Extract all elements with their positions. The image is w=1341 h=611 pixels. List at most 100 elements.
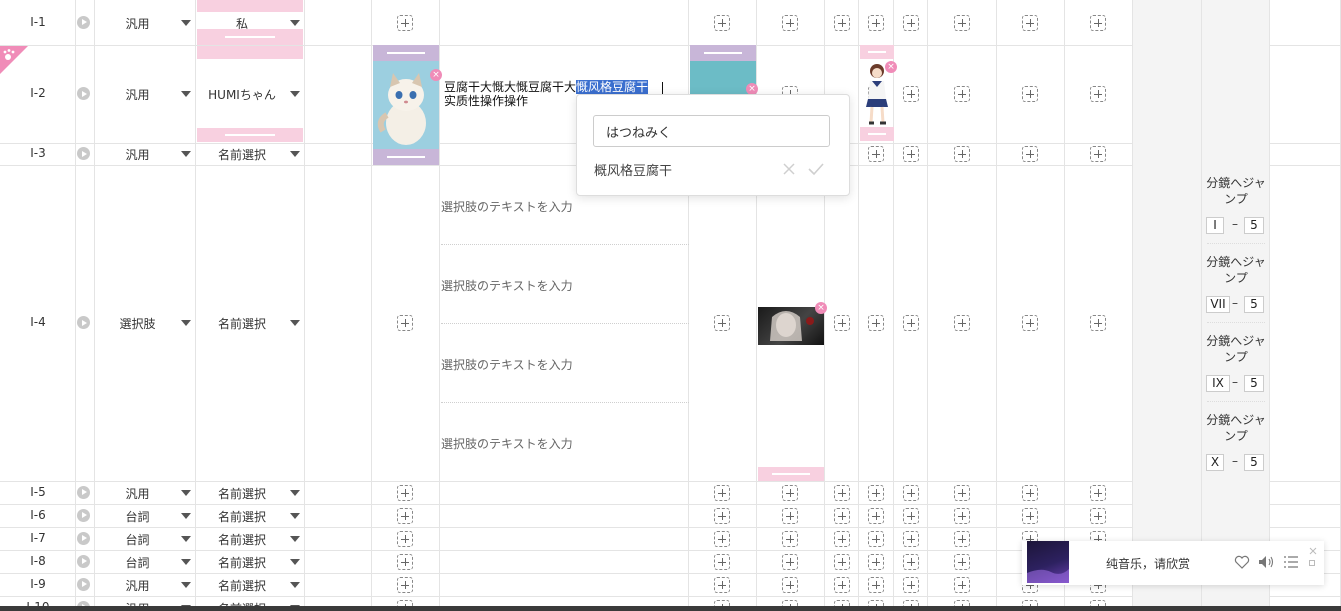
add-button[interactable] xyxy=(954,576,970,593)
speaker-select[interactable]: 名前選択 xyxy=(196,508,288,525)
horizontal-scrollbar[interactable] xyxy=(0,606,1341,611)
add-button[interactable] xyxy=(714,507,730,524)
music-mini-player[interactable]: 纯音乐，请欣赏 xyxy=(1022,541,1324,585)
add-button[interactable] xyxy=(782,14,798,31)
add-button[interactable] xyxy=(903,484,919,501)
add-button[interactable] xyxy=(903,146,919,162)
type-select[interactable]: 選択肢 xyxy=(95,315,180,332)
play-icon[interactable] xyxy=(77,508,90,522)
speaker-select[interactable]: 名前選択 xyxy=(196,146,288,163)
jump-from-input[interactable]: IX xyxy=(1206,375,1230,392)
chevron-down-icon[interactable] xyxy=(290,151,300,157)
chevron-down-icon[interactable] xyxy=(181,535,191,542)
chevron-down-icon[interactable] xyxy=(290,581,300,588)
type-select[interactable]: 汎用 xyxy=(95,86,180,103)
add-button[interactable] xyxy=(954,530,970,547)
add-button[interactable] xyxy=(954,146,970,162)
add-button[interactable] xyxy=(868,146,884,162)
add-button[interactable] xyxy=(868,553,884,570)
speaker-select[interactable]: 名前選択 xyxy=(196,531,288,548)
play-icon[interactable] xyxy=(77,554,90,568)
volume-icon[interactable] xyxy=(1258,555,1275,569)
album-cover[interactable] xyxy=(1027,541,1069,583)
speaker-select[interactable]: 名前選択 xyxy=(196,554,288,571)
play-icon[interactable] xyxy=(77,87,90,100)
type-select[interactable]: 汎用 xyxy=(95,577,180,594)
add-button[interactable] xyxy=(834,315,850,331)
add-button[interactable] xyxy=(1022,86,1038,102)
add-button[interactable] xyxy=(397,553,413,570)
add-button[interactable] xyxy=(397,315,413,331)
add-button[interactable] xyxy=(782,484,798,501)
play-icon[interactable] xyxy=(77,577,90,591)
add-button[interactable] xyxy=(782,507,798,524)
add-button[interactable] xyxy=(868,576,884,593)
add-button[interactable] xyxy=(1090,14,1106,31)
add-button[interactable] xyxy=(903,507,919,524)
add-button[interactable] xyxy=(834,14,850,31)
add-button[interactable] xyxy=(714,530,730,547)
type-select[interactable]: 台詞 xyxy=(95,508,180,525)
choice-text-input[interactable]: 選択肢のテキストを入力 xyxy=(441,277,689,294)
add-button[interactable] xyxy=(1090,86,1106,102)
type-select[interactable]: 台詞 xyxy=(95,554,180,571)
add-button[interactable] xyxy=(397,576,413,593)
add-button[interactable] xyxy=(834,576,850,593)
chevron-down-icon[interactable] xyxy=(181,151,191,157)
play-icon[interactable] xyxy=(77,531,90,545)
add-button[interactable] xyxy=(954,14,970,31)
add-button[interactable] xyxy=(714,484,730,501)
play-icon[interactable] xyxy=(77,485,90,499)
jump-to-input[interactable]: 5 xyxy=(1244,375,1264,392)
type-select[interactable]: 台詞 xyxy=(95,531,180,548)
add-button[interactable] xyxy=(903,576,919,593)
add-button[interactable] xyxy=(954,484,970,501)
chevron-down-icon[interactable] xyxy=(181,512,191,519)
add-button[interactable] xyxy=(397,484,413,501)
add-button[interactable] xyxy=(1090,315,1106,331)
add-button[interactable] xyxy=(714,576,730,593)
chevron-down-icon[interactable] xyxy=(181,320,191,326)
jump-from-input[interactable]: VII xyxy=(1206,296,1230,313)
add-button[interactable] xyxy=(782,530,798,547)
add-button[interactable] xyxy=(903,530,919,547)
play-icon[interactable] xyxy=(77,15,90,29)
add-button[interactable] xyxy=(903,14,919,31)
scene-image-dark[interactable] xyxy=(758,307,824,345)
add-button[interactable] xyxy=(868,507,884,524)
add-button[interactable] xyxy=(954,507,970,524)
close-icon[interactable] xyxy=(781,161,797,177)
add-button[interactable] xyxy=(868,530,884,547)
jump-to-input[interactable]: 5 xyxy=(1244,296,1264,313)
choice-text-input[interactable]: 選択肢のテキストを入力 xyxy=(441,198,689,215)
speaker-select[interactable]: 名前選択 xyxy=(196,485,288,502)
suggestion-item[interactable]: 概风格豆腐干 xyxy=(594,160,672,179)
chevron-down-icon[interactable] xyxy=(181,558,191,565)
jump-to-input[interactable]: 5 xyxy=(1244,454,1264,471)
chevron-down-icon[interactable] xyxy=(181,489,191,496)
type-select[interactable]: 汎用 xyxy=(95,146,180,163)
chevron-down-icon[interactable] xyxy=(181,581,191,588)
playlist-icon[interactable] xyxy=(1284,556,1298,568)
type-select[interactable]: 汎用 xyxy=(95,485,180,502)
add-button[interactable] xyxy=(714,14,730,31)
remove-image-icon[interactable]: × xyxy=(815,302,827,314)
chevron-down-icon[interactable] xyxy=(290,512,300,519)
chevron-down-icon[interactable] xyxy=(181,19,191,26)
play-icon[interactable] xyxy=(77,147,90,160)
add-button[interactable] xyxy=(868,484,884,501)
add-button[interactable] xyxy=(1022,14,1038,31)
remove-image-icon[interactable]: × xyxy=(430,69,442,81)
speaker-select[interactable]: HUMIちゃん xyxy=(196,86,288,103)
play-icon[interactable] xyxy=(77,316,90,329)
speaker-select[interactable]: 名前選択 xyxy=(196,315,288,332)
add-button[interactable] xyxy=(903,315,919,331)
add-button[interactable] xyxy=(834,484,850,501)
add-button[interactable] xyxy=(1090,507,1106,524)
chevron-down-icon[interactable] xyxy=(290,91,300,97)
jump-from-input[interactable]: X xyxy=(1206,454,1224,471)
heart-icon[interactable] xyxy=(1234,555,1250,569)
chevron-down-icon[interactable] xyxy=(290,535,300,542)
check-icon[interactable] xyxy=(807,161,825,177)
remove-image-icon[interactable]: × xyxy=(885,61,897,73)
